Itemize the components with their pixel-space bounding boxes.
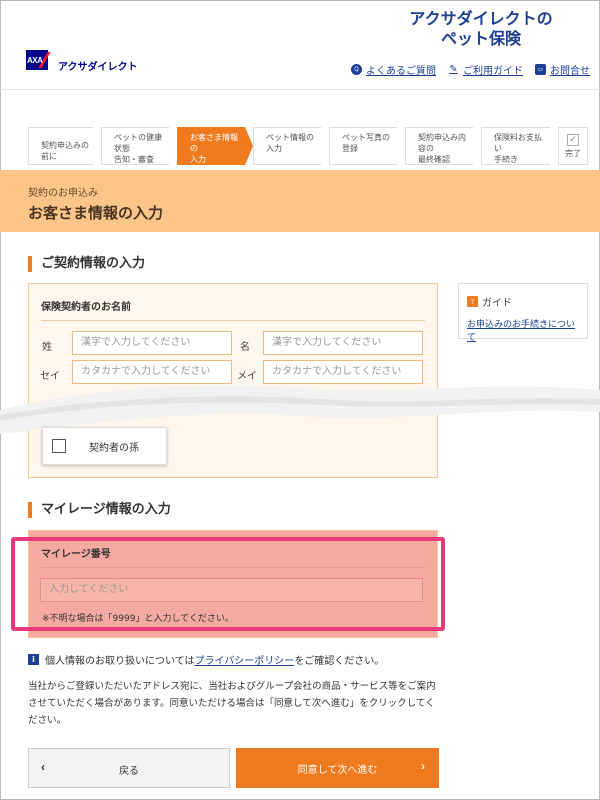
grandchild-checkbox-label: 契約者の孫 xyxy=(89,443,139,454)
privacy-notice: i 個人情報のお取り扱いについてはプライバシーポリシーをご確認ください。 xyxy=(28,652,384,667)
agree-next-button-label: 同意して次へ進む xyxy=(297,765,378,776)
page-title: お客さま情報の入力 xyxy=(28,204,164,222)
brand-name[interactable]: アクサダイレクト xyxy=(58,58,138,73)
back-button[interactable]: ‹ 戻る xyxy=(28,748,230,788)
guide-link[interactable]: ✎ ご利用ガイド xyxy=(448,62,523,77)
step-before-application: 契約申込みの前に xyxy=(28,127,101,165)
grandchild-checkbox-option[interactable]: 契約者の孫 xyxy=(42,427,167,465)
guide-link-label: ご利用ガイド xyxy=(463,66,523,77)
back-button-label: 戻る xyxy=(119,766,139,777)
guide-book-icon: ? xyxy=(467,296,478,307)
guide-title-text: ガイド xyxy=(482,298,512,309)
page-heading: 契約のお申込み お客さま情報の入力 xyxy=(0,170,600,232)
first-name-label: 名 xyxy=(240,342,250,353)
first-name-kana-label: メイ xyxy=(237,371,257,382)
agree-next-button[interactable]: 同意して次へ進む › xyxy=(236,748,439,788)
last-name-input[interactable]: 漢字で入力してください xyxy=(72,331,232,355)
privacy-policy-link[interactable]: プライバシーポリシー xyxy=(195,656,295,667)
step-label: 完了 xyxy=(565,149,581,158)
grandchild-checkbox[interactable] xyxy=(52,439,66,453)
step-final-confirm: 契約申込み内容の 最終確認 xyxy=(405,127,481,165)
guide-icon: ✎ xyxy=(449,64,458,75)
contact-link-label: お問合せ xyxy=(550,66,590,77)
progress-stepper: 契約申込みの前に ペットの健康状態 告知・審査 お客さま情報の 入力 ペット情報… xyxy=(28,127,588,165)
product-title-line2: ペット保険 xyxy=(440,31,521,48)
chevron-right-icon: › xyxy=(421,759,425,773)
step-label: 契約申込み内容の 最終確認 xyxy=(418,133,466,164)
info-icon: i xyxy=(28,654,39,665)
last-name-kana-label: セイ xyxy=(40,371,60,382)
page-subtitle: 契約のお申込み xyxy=(28,188,98,199)
step-customer-info: お客さま情報の 入力 xyxy=(177,127,253,165)
last-name-label: 姓 xyxy=(42,342,52,353)
mileage-note: ※不明な場合は「9999」と入力してください。 xyxy=(42,614,234,624)
step-label: ペット写真の 登録 xyxy=(342,133,390,153)
last-name-kana-input[interactable]: カタカナで入力してください xyxy=(72,360,232,384)
step-health-declaration: ペットの健康状態 告知・審査 xyxy=(101,127,177,165)
divider xyxy=(41,320,425,321)
contact-link[interactable]: ▭ お問合せ xyxy=(535,62,590,77)
step-pet-photo: ペット写真の 登録 xyxy=(329,127,405,165)
header-links: Q よくあるご質問 ✎ ご利用ガイド ▭ お問合せ xyxy=(351,62,590,77)
divider xyxy=(41,567,425,568)
faq-link[interactable]: Q よくあるご質問 xyxy=(351,62,436,77)
consent-text: 当社からご登録いただいたアドレス宛に、当社およびグループ会社の商品・サービス等を… xyxy=(28,681,436,726)
guide-title: ? ガイド xyxy=(467,294,579,309)
contract-section-title: ご契約情報の入力 xyxy=(28,256,145,272)
question-icon: Q xyxy=(351,64,362,75)
product-title-line1: アクサダイレクトの xyxy=(409,11,553,28)
step-label: 契約申込みの前に xyxy=(41,141,89,161)
policyholder-name-label: 保険契約者のお名前 xyxy=(41,302,131,313)
step-pet-info: ペット情報の 入力 xyxy=(253,127,329,165)
step-label: ペットの健康状態 告知・審査 xyxy=(114,133,162,164)
product-title: アクサダイレクトの ペット保険 xyxy=(396,10,566,50)
faq-link-label: よくあるご質問 xyxy=(366,66,436,77)
first-name-kana-input[interactable]: カタカナで入力してください xyxy=(263,360,423,384)
step-payment: 保険料お支払い 手続き xyxy=(481,127,558,165)
step-label: 保険料お支払い 手続き xyxy=(494,133,542,164)
guide-panel: ? ガイド お申込みのお手続きについて xyxy=(458,283,588,343)
chat-icon: ▭ xyxy=(535,64,546,75)
step-label: ペット情報の 入力 xyxy=(266,133,314,153)
site-header: AXA アクサダイレクト アクサダイレクトの ペット保険 Q よくあるご質問 ✎ ご… xyxy=(0,0,600,90)
mileage-number-label: マイレージ番号 xyxy=(41,549,111,560)
step-label: お客さま情報の 入力 xyxy=(190,133,238,164)
privacy-text: 個人情報のお取り扱いについてはプライバシーポリシーをご確認ください。 xyxy=(45,652,384,667)
privacy-prefix: 個人情報のお取り扱いについては xyxy=(45,656,195,667)
mileage-section-title: マイレージ情報の入力 xyxy=(28,502,171,518)
step-complete: ✓ 完了 xyxy=(558,127,588,165)
privacy-suffix: をご確認ください。 xyxy=(294,656,385,667)
mileage-number-input[interactable]: 入力してください xyxy=(40,578,423,602)
logo-text: AXA xyxy=(27,56,43,65)
checkbox-icon: ✓ xyxy=(567,134,579,146)
first-name-input[interactable]: 漢字で入力してください xyxy=(263,331,423,355)
application-procedure-link[interactable]: お申込みのお手続きについて xyxy=(467,317,579,343)
